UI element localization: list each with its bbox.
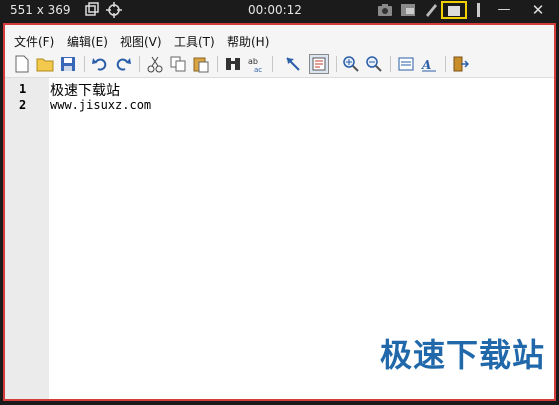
cut-icon[interactable] — [146, 55, 164, 73]
toolbar-separator — [390, 56, 391, 72]
menu-help[interactable]: 帮助(H) — [227, 33, 269, 50]
menu-file[interactable]: 文件(F) — [14, 33, 54, 50]
line-number-gutter: 1 2 — [5, 78, 49, 399]
save-icon[interactable] — [59, 55, 77, 73]
exit-icon[interactable] — [451, 55, 469, 73]
svg-text:ac: ac — [254, 66, 262, 73]
pen-icon[interactable] — [423, 2, 439, 18]
window-select-icon[interactable] — [84, 2, 100, 18]
webcam-icon[interactable] — [400, 2, 416, 18]
menu-view[interactable]: 视图(V) — [120, 33, 162, 50]
menu-tools[interactable]: 工具(T) — [174, 33, 215, 50]
pause-icon[interactable] — [471, 2, 487, 18]
zoom-in-icon[interactable] — [342, 55, 360, 73]
open-folder-icon[interactable] — [36, 55, 54, 73]
word-wrap-button[interactable] — [309, 54, 329, 74]
recording-timer: 00:00:12 — [248, 3, 302, 17]
capture-dimensions: 551 x 369 — [10, 3, 71, 17]
stop-square-icon — [448, 6, 460, 16]
copy-icon[interactable] — [169, 55, 187, 73]
word-wrap-icon — [312, 57, 326, 71]
editor-line[interactable]: www.jisuxz.com — [50, 98, 151, 112]
line-number: 2 — [19, 98, 27, 112]
find-icon[interactable] — [224, 55, 242, 73]
toolbar-separator — [139, 56, 140, 72]
line-number: 1 — [19, 82, 27, 96]
zoom-out-icon[interactable] — [365, 55, 383, 73]
recorder-bar: 551 x 369 00:00:12 — ✕ — [0, 0, 559, 22]
close-icon[interactable]: ✕ — [528, 1, 548, 19]
toolbar-separator — [336, 56, 337, 72]
new-file-icon[interactable] — [13, 55, 31, 73]
goto-icon[interactable] — [285, 55, 303, 73]
editor-line[interactable]: 极速下载站 — [50, 80, 120, 100]
menu-edit[interactable]: 编辑(E) — [67, 33, 108, 50]
toolbar-separator — [272, 56, 273, 72]
font-icon[interactable]: A — [420, 55, 438, 73]
menu-bar: 文件(F) 编辑(E) 视图(V) 工具(T) 帮助(H) — [5, 31, 554, 49]
redo-icon[interactable] — [114, 55, 132, 73]
replace-icon[interactable]: ab ac — [247, 55, 265, 73]
svg-text:ab: ab — [248, 57, 258, 66]
toolbar: ab ac A — [5, 51, 554, 78]
site-watermark: 极速下载站 — [380, 336, 546, 374]
options-icon[interactable] — [397, 55, 415, 73]
toolbar-separator — [217, 56, 218, 72]
paste-icon[interactable] — [192, 55, 210, 73]
camera-icon[interactable] — [377, 2, 393, 18]
svg-text:A: A — [421, 58, 431, 72]
crosshair-icon[interactable] — [106, 2, 122, 18]
toolbar-separator — [445, 56, 446, 72]
stop-record-button[interactable] — [441, 1, 467, 19]
screen: 551 x 369 00:00:12 — ✕ 文件(F) 编辑(E) 视图(V)… — [0, 0, 559, 405]
minimize-icon[interactable]: — — [494, 2, 514, 20]
toolbar-separator — [84, 56, 85, 72]
undo-icon[interactable] — [91, 55, 109, 73]
